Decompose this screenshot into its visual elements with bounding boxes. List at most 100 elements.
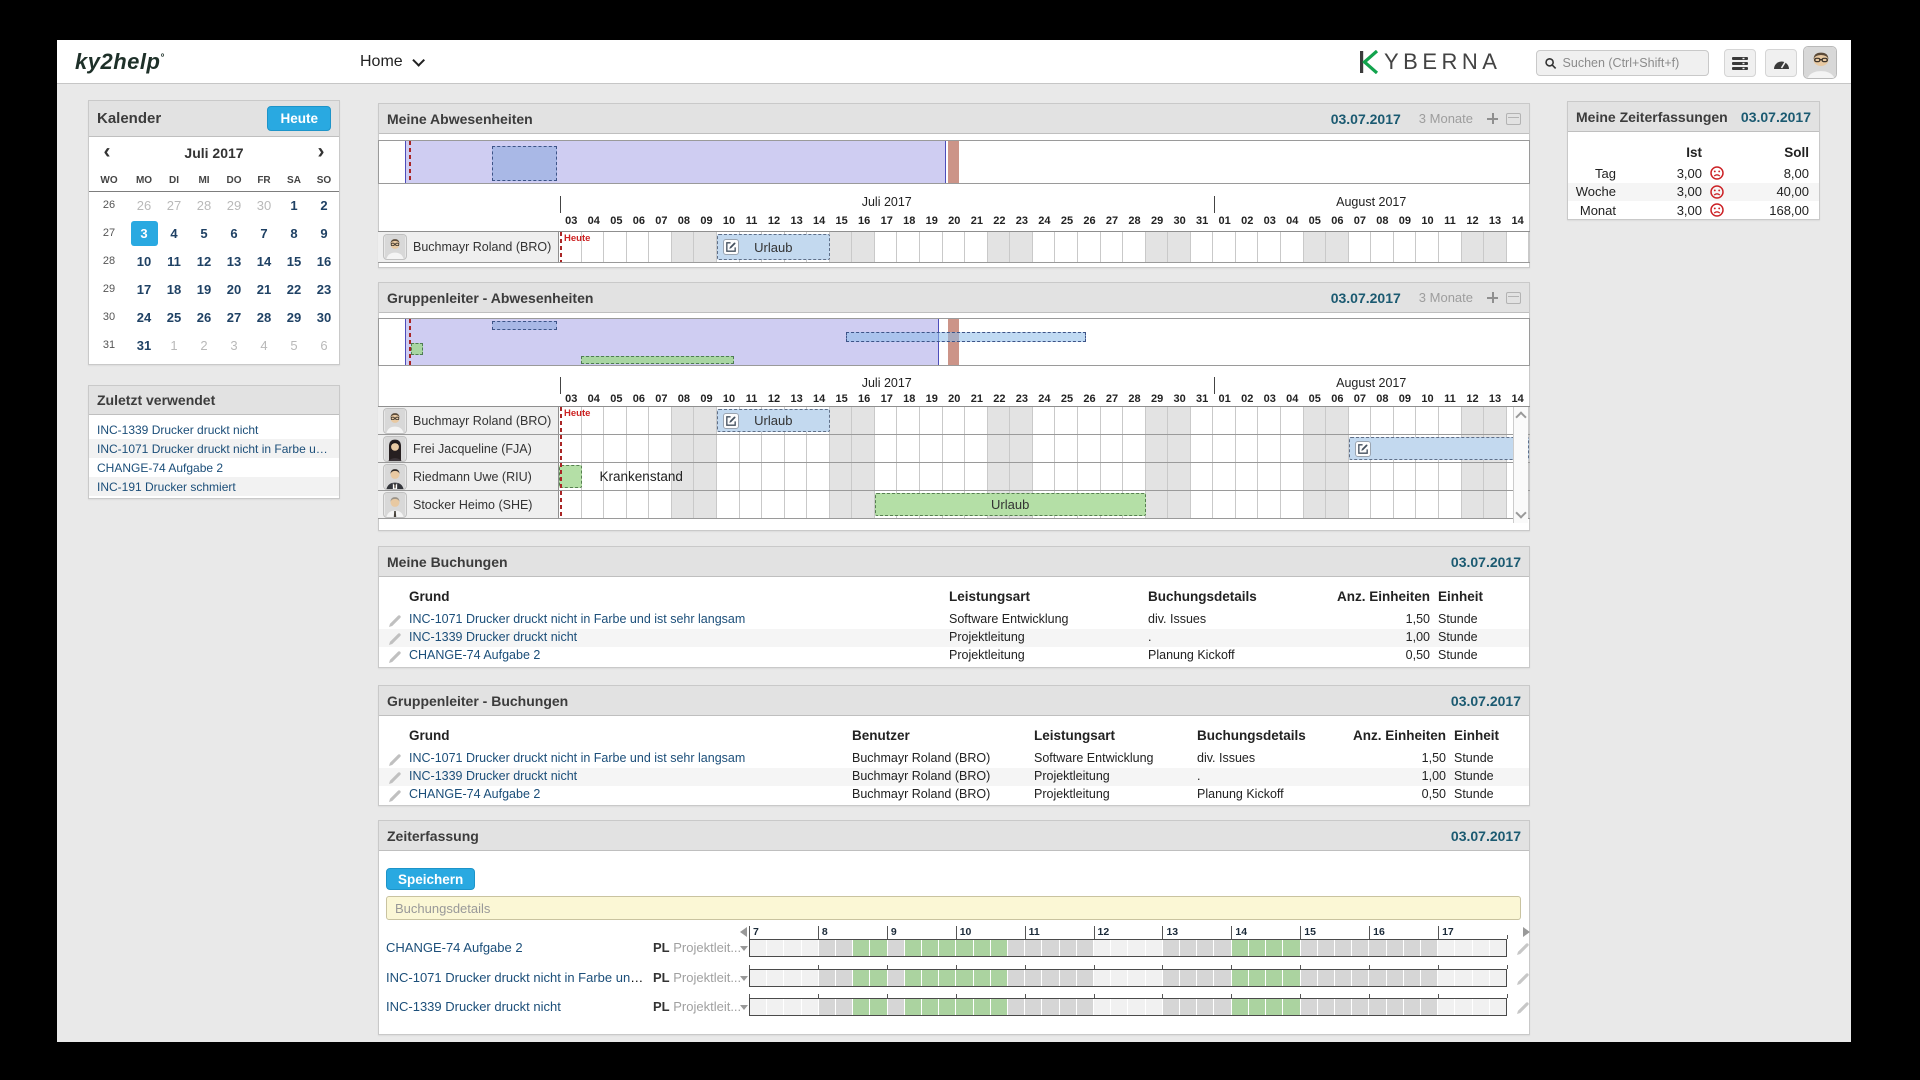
quarter-hour-cell[interactable] <box>1404 970 1420 986</box>
quarter-hour-cell[interactable] <box>1008 940 1024 956</box>
day-cells[interactable]: Urlaub <box>559 491 1529 518</box>
quarter-hour-cell[interactable] <box>1318 940 1334 956</box>
absence-event-bar[interactable]: Urlaub <box>875 493 1146 516</box>
quarter-hour-cell[interactable] <box>1352 940 1368 956</box>
absence-event-bar[interactable] <box>1349 437 1529 460</box>
quarter-hour-cell[interactable] <box>1404 999 1420 1015</box>
day-cell[interactable] <box>1416 407 1439 434</box>
quarter-hour-cell[interactable] <box>888 940 904 956</box>
day-cell[interactable] <box>627 232 650 262</box>
quarter-hour-cell[interactable] <box>1301 970 1317 986</box>
quarter-hour-cell[interactable] <box>1369 970 1385 986</box>
edit-booking-icon[interactable] <box>389 789 401 801</box>
quarter-hour-cell[interactable] <box>767 940 783 956</box>
pencil-icon[interactable] <box>389 651 401 663</box>
quarter-hour-cell[interactable] <box>939 940 955 956</box>
day-cell[interactable] <box>694 407 717 434</box>
pencil-icon[interactable] <box>1517 943 1529 955</box>
quarter-hour-cell[interactable] <box>1473 970 1489 986</box>
calendar-day[interactable]: 19 <box>189 275 219 303</box>
day-cell[interactable] <box>627 435 650 462</box>
quarter-hour-cell[interactable] <box>1180 999 1196 1015</box>
calendar-day[interactable]: 16 <box>309 247 339 275</box>
quarter-hour-cell[interactable] <box>1490 999 1506 1015</box>
day-cell[interactable] <box>1236 491 1259 518</box>
scroll-down-icon[interactable] <box>1515 507 1526 518</box>
quarter-hour-cell[interactable] <box>1197 970 1213 986</box>
quarter-hour-cell[interactable] <box>1249 999 1265 1015</box>
day-cell[interactable] <box>1462 463 1485 490</box>
day-cell[interactable] <box>694 435 717 462</box>
quarter-hour-cell[interactable] <box>1266 940 1282 956</box>
day-cell[interactable] <box>604 435 627 462</box>
quarter-hour-cell[interactable] <box>1387 940 1403 956</box>
quarter-hour-cell[interactable] <box>1077 970 1093 986</box>
quarter-hour-cell[interactable] <box>1352 970 1368 986</box>
day-cell[interactable] <box>1146 232 1169 262</box>
day-cell[interactable] <box>1213 463 1236 490</box>
scroll-right-icon[interactable] <box>1523 927 1530 937</box>
day-cell[interactable] <box>1191 435 1214 462</box>
day-cell[interactable] <box>672 232 695 262</box>
pencil-icon[interactable] <box>389 615 401 627</box>
day-cell[interactable] <box>897 463 920 490</box>
edit-time-row-icon[interactable] <box>1517 1001 1529 1013</box>
quarter-hour-cell[interactable] <box>1146 999 1162 1015</box>
day-cell[interactable] <box>694 463 717 490</box>
calendar-view-icon[interactable] <box>1506 292 1521 304</box>
day-cell[interactable] <box>1281 232 1304 262</box>
day-cell[interactable] <box>1484 232 1507 262</box>
day-cell[interactable] <box>1078 463 1101 490</box>
day-cell[interactable] <box>1213 435 1236 462</box>
pencil-icon[interactable] <box>389 790 401 802</box>
quarter-hour-cell[interactable] <box>1404 940 1420 956</box>
quarter-hour-cell[interactable] <box>1318 970 1334 986</box>
day-cells[interactable] <box>559 435 1529 462</box>
day-cells[interactable]: UrlaubHeute <box>559 232 1529 262</box>
quarter-hour-cell[interactable] <box>905 999 921 1015</box>
day-cell[interactable] <box>1191 463 1214 490</box>
day-cell[interactable] <box>988 435 1011 462</box>
quarter-hour-cell[interactable] <box>836 940 852 956</box>
day-cell[interactable] <box>672 407 695 434</box>
day-cell[interactable] <box>965 407 988 434</box>
quarter-hour-cell[interactable] <box>1335 999 1351 1015</box>
day-cell[interactable] <box>1304 463 1327 490</box>
day-cell[interactable] <box>807 435 830 462</box>
day-cell[interactable] <box>875 435 898 462</box>
booking-link[interactable]: CHANGE-74 Aufgabe 2 <box>409 787 540 801</box>
calendar-day[interactable]: 20 <box>219 275 249 303</box>
quarter-hour-cell[interactable] <box>802 970 818 986</box>
day-cell[interactable] <box>1439 232 1462 262</box>
calendar-day[interactable]: 28 <box>249 303 279 331</box>
quarter-hour-cell[interactable] <box>1352 999 1368 1015</box>
day-cell[interactable] <box>1146 407 1169 434</box>
day-cell[interactable] <box>1326 232 1349 262</box>
search-input[interactable] <box>1563 56 1700 70</box>
day-cell[interactable] <box>1416 232 1439 262</box>
day-cell[interactable] <box>762 435 785 462</box>
day-cell[interactable] <box>604 491 627 518</box>
day-cell[interactable] <box>1010 407 1033 434</box>
quarter-hour-cell[interactable] <box>802 940 818 956</box>
range-overview-band[interactable] <box>378 140 1530 184</box>
day-cell[interactable] <box>1213 232 1236 262</box>
pencil-icon[interactable] <box>389 633 401 645</box>
quarter-hour-cell[interactable] <box>1163 940 1179 956</box>
day-cell[interactable] <box>830 407 853 434</box>
absence-event-bar[interactable]: Urlaub <box>717 409 830 432</box>
quarter-hour-cell[interactable] <box>1438 970 1454 986</box>
quarter-hour-cell[interactable] <box>1301 999 1317 1015</box>
day-cell[interactable] <box>988 407 1011 434</box>
edit-booking-icon[interactable] <box>389 650 401 662</box>
day-cell[interactable] <box>559 435 582 462</box>
quarter-hour-cell[interactable] <box>1301 940 1317 956</box>
day-cell[interactable] <box>1304 232 1327 262</box>
day-cell[interactable] <box>807 463 830 490</box>
pencil-icon[interactable] <box>389 772 401 784</box>
service-type-dropdown-icon[interactable] <box>740 1005 748 1010</box>
calendar-day[interactable]: 6 <box>309 331 339 359</box>
day-cell[interactable] <box>1304 407 1327 434</box>
quarter-hour-cell[interactable] <box>1128 999 1144 1015</box>
day-cells[interactable] <box>559 463 1529 490</box>
